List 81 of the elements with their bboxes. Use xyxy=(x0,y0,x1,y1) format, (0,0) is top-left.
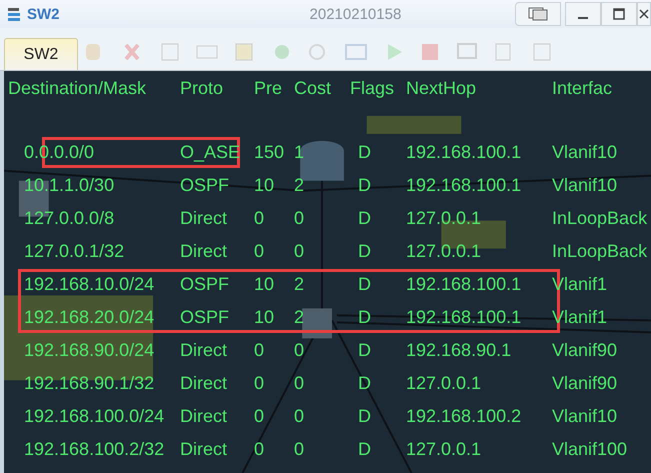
table-cell-text: Direct xyxy=(180,439,228,460)
column-header: NextHop xyxy=(406,78,478,98)
table-cell-text: Direct xyxy=(180,373,228,394)
window-title: SW2 xyxy=(27,6,60,22)
table-cell-text: 192.168.100.2/32 xyxy=(23,439,166,460)
table-cell-text: 192.168.100.1 xyxy=(406,175,522,196)
table-cell-text: 2 xyxy=(294,175,306,196)
table-cell-text: 0 xyxy=(254,406,266,427)
table-cell-text: 2 xyxy=(294,274,306,295)
column-header: Cost xyxy=(294,78,332,98)
minimize-icon[interactable] xyxy=(565,2,601,26)
table-cell-text: 1 xyxy=(294,142,306,163)
table-cell-text: 192.168.90.0/24 xyxy=(23,340,156,361)
table-cell-text: OSPF xyxy=(180,307,230,328)
table-cell-text: D xyxy=(357,340,372,361)
table-cell-text: 0 xyxy=(294,241,306,262)
table-cell-text: 2 xyxy=(294,307,306,328)
column-header: Flags xyxy=(350,78,396,98)
table-cell-text: 192.168.10.0/24 xyxy=(23,274,156,295)
table-cell-text: Direct xyxy=(180,406,228,427)
table-cell-text: 0 xyxy=(294,373,306,394)
table-cell-text: Vlanif90 xyxy=(552,340,618,361)
table-cell-text: 0 xyxy=(254,340,266,361)
table-cell-text: Vlanif10 xyxy=(552,175,618,196)
table-cell-text: 0 xyxy=(294,208,306,229)
table-cell-text: 127.0.0.1 xyxy=(406,439,482,460)
table-cell-text: Direct xyxy=(180,340,228,361)
table-cell-text: D xyxy=(357,439,372,460)
close-icon[interactable] xyxy=(637,2,651,26)
maximize-icon[interactable] xyxy=(601,2,637,26)
table-cell-text: 192.168.100.2 xyxy=(406,406,522,427)
table-cell-text: 192.168.90.1/32 xyxy=(23,373,156,394)
table-cell-text: Vlanif10 xyxy=(552,142,618,163)
table-cell-text: 192.168.90.1 xyxy=(406,340,512,361)
table-cell-text: 0 xyxy=(294,406,306,427)
table-cell-text: 10.1.1.0/30 xyxy=(23,175,116,196)
table-cell-text: D xyxy=(357,208,372,229)
table-cell-text: Vlanif10 xyxy=(552,406,618,427)
column-header: Destination/Mask xyxy=(8,78,148,98)
app-icon xyxy=(6,6,22,22)
table-cell-text: D xyxy=(357,274,372,295)
table-cell-text: 192.168.100.0/24 xyxy=(23,406,166,427)
table-cell-text: D xyxy=(357,307,372,328)
table-cell-text: 192.168.100.1 xyxy=(406,307,522,328)
table-cell-text: InLoopBack xyxy=(552,208,648,229)
table-cell-text: 192.168.20.0/24 xyxy=(23,307,156,328)
table-cell-text: Vlanif90 xyxy=(552,373,618,394)
column-header: Pre xyxy=(254,78,284,98)
table-cell-text: 127.0.0.1 xyxy=(406,241,482,262)
table-cell-text: Direct xyxy=(180,208,228,229)
window-subtitle: 20210210158 xyxy=(310,6,402,22)
table-cell-text: 127.0.0.1 xyxy=(406,208,482,229)
table-cell-text: InLoopBack xyxy=(552,241,648,262)
table-cell-text: 192.168.100.1 xyxy=(406,142,522,163)
table-cell-text: 0 xyxy=(294,340,306,361)
table-cell-text: 10 xyxy=(254,307,276,328)
table-cell-text: 0 xyxy=(294,439,306,460)
table-cell-text: D xyxy=(357,175,372,196)
table-cell-text: 150 xyxy=(254,142,286,163)
column-header: Interfac xyxy=(552,78,614,98)
table-cell-text: 0 xyxy=(254,373,266,394)
tab[interactable]: SW2 xyxy=(4,38,78,70)
table-cell-text: D xyxy=(357,241,372,262)
restore-icon[interactable] xyxy=(515,2,561,26)
table-cell-text: D xyxy=(357,373,372,394)
table-cell-text: OSPF xyxy=(180,175,230,196)
table-cell-text: 127.0.0.1 xyxy=(406,373,482,394)
table-cell-text: 10 xyxy=(254,175,276,196)
table-cell-text: 0 xyxy=(254,439,266,460)
column-header: Proto xyxy=(180,78,224,98)
table-cell-text: 10 xyxy=(254,274,276,295)
table-cell-text: 0 xyxy=(254,241,266,262)
table-cell-text: Vlanif100 xyxy=(552,439,628,460)
table-cell-text: 127.0.0.0/8 xyxy=(23,208,116,229)
table-cell-text: 0 xyxy=(254,208,266,229)
table-cell-text: D xyxy=(357,406,372,427)
table-cell-text: 192.168.100.1 xyxy=(406,274,522,295)
table-cell-text: OSPF xyxy=(180,274,230,295)
table-cell-text: 127.0.0.1/32 xyxy=(23,241,126,262)
table-cell-text: D xyxy=(357,142,372,163)
table-cell-text: Direct xyxy=(180,241,228,262)
